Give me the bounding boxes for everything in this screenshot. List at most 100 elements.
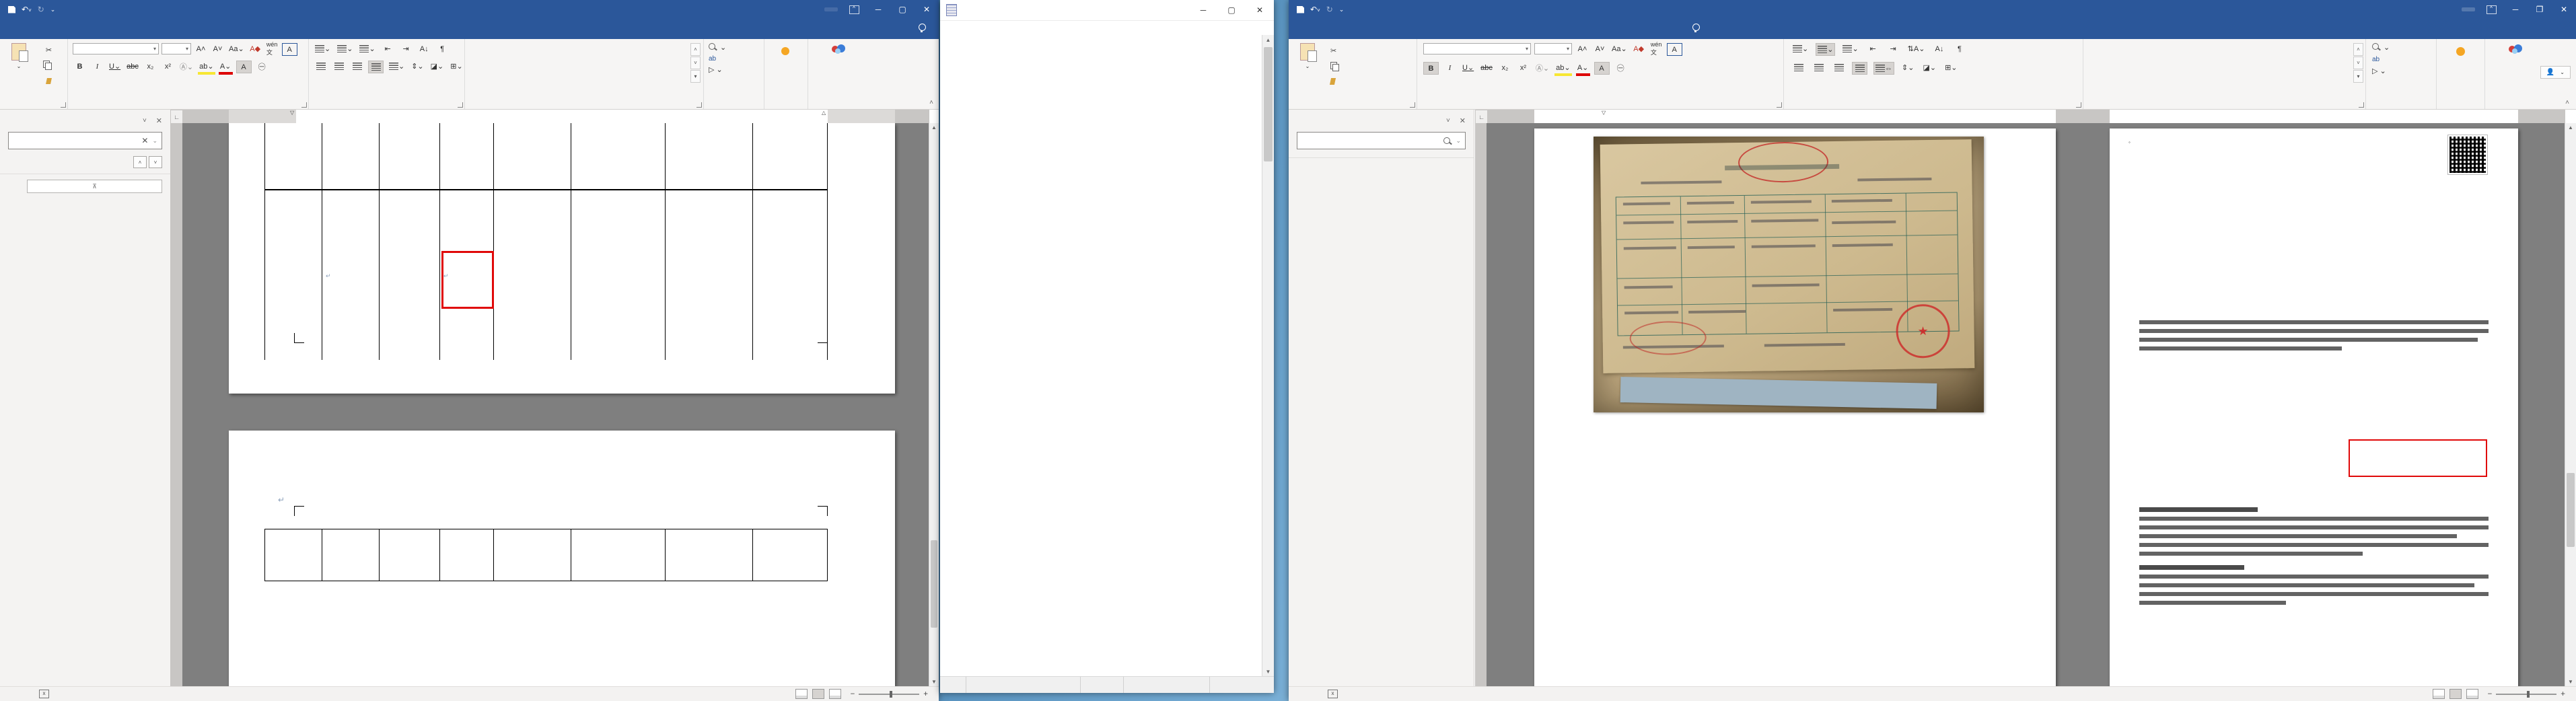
- char-border-icon[interactable]: A: [1666, 43, 1682, 56]
- notepad-title-bar[interactable]: ─ ▢ ✕: [940, 0, 1274, 21]
- nav-close-icon[interactable]: ✕: [156, 116, 162, 125]
- clear-format-icon[interactable]: A◆: [248, 43, 262, 54]
- italic-button[interactable]: I: [1443, 62, 1457, 73]
- char-shading-button[interactable]: A: [1594, 62, 1610, 75]
- font-color-button[interactable]: A⌄: [1575, 62, 1590, 76]
- bold-button[interactable]: B: [73, 61, 87, 72]
- paragraph-dialog-launcher[interactable]: [458, 102, 463, 108]
- enclose-char-button[interactable]: ㊀: [255, 61, 269, 72]
- redo-icon[interactable]: ↻: [38, 5, 44, 14]
- multilevel-list-icon[interactable]: ⌄: [358, 43, 376, 54]
- shrink-font-icon[interactable]: A˅: [1593, 43, 1607, 54]
- clear-format-icon[interactable]: A◆: [1632, 43, 1646, 54]
- doc-scrollbar[interactable]: ▲ ▼: [2565, 123, 2576, 686]
- np-close-button[interactable]: ✕: [1246, 0, 1274, 20]
- web-layout-icon[interactable]: [2466, 689, 2478, 699]
- shading-icon[interactable]: ◪⌄: [429, 61, 445, 72]
- enclose-char-button[interactable]: ㊀: [1614, 62, 1628, 73]
- superscript-button[interactable]: x²: [161, 61, 175, 72]
- replace-button[interactable]: ab: [709, 54, 726, 63]
- invoice-table-1[interactable]: ↵ ↵: [264, 123, 828, 360]
- nav-search-box[interactable]: ⌄: [1297, 132, 1466, 149]
- select-button[interactable]: ▷ ⌄: [709, 65, 726, 74]
- doc-page-1[interactable]: ↵ ↵: [229, 123, 895, 394]
- clipboard-dialog-launcher[interactable]: [1410, 102, 1415, 108]
- bullets-icon[interactable]: ⌄: [1791, 43, 1810, 54]
- italic-button[interactable]: I: [90, 61, 104, 72]
- shrink-font-icon[interactable]: A˅: [211, 43, 225, 54]
- justify-icon[interactable]: [368, 61, 384, 73]
- numbering-icon[interactable]: ⌄: [1816, 43, 1836, 56]
- indent-marker[interactable]: ▽: [290, 110, 294, 116]
- notepad-text-area[interactable]: [943, 35, 1262, 677]
- tell-me-search[interactable]: [1686, 19, 1710, 36]
- styles-dialog-launcher[interactable]: [696, 102, 702, 108]
- login-button[interactable]: [824, 7, 838, 11]
- right-indent-marker[interactable]: △: [822, 110, 826, 116]
- line-spacing-icon[interactable]: ⇕⌄: [410, 61, 425, 72]
- notepad-scrollbar[interactable]: ▲ ▼: [1262, 35, 1274, 677]
- document-canvas[interactable]: ★ ◦: [1487, 123, 2565, 686]
- highlight-color-button[interactable]: ab⌄: [198, 61, 215, 75]
- shading-icon[interactable]: ◪⌄: [1921, 62, 1937, 73]
- find-button[interactable]: ⌄: [709, 43, 726, 52]
- ribbon-display-options-button[interactable]: ^: [842, 0, 866, 19]
- invoice-table-2[interactable]: [264, 529, 828, 581]
- doc-page-contract[interactable]: ◦: [2110, 128, 2518, 686]
- align-center-icon[interactable]: [1812, 62, 1826, 73]
- underline-button[interactable]: U⌄: [108, 61, 122, 72]
- collapse-ribbon-icon[interactable]: ˄: [2565, 99, 2569, 106]
- restore-button[interactable]: ▢: [890, 0, 915, 19]
- align-left-icon[interactable]: [1791, 62, 1805, 73]
- char-border-icon[interactable]: A: [281, 43, 297, 56]
- print-layout-icon[interactable]: [812, 689, 824, 699]
- login-button[interactable]: [2462, 7, 2475, 11]
- np-maximize-button[interactable]: ▢: [1217, 0, 1246, 20]
- decrease-indent-icon[interactable]: ⇤: [1866, 43, 1880, 54]
- increase-indent-icon[interactable]: ⇥: [1886, 43, 1900, 54]
- font-dialog-launcher[interactable]: [1777, 102, 1782, 108]
- change-case-icon[interactable]: Aa⌄: [227, 43, 246, 54]
- qat-customize-icon[interactable]: ⌄: [1339, 6, 1345, 13]
- justify-icon[interactable]: [1852, 62, 1867, 75]
- tab-selector[interactable]: ∟: [170, 110, 183, 124]
- collapse-ribbon-icon[interactable]: ˄: [929, 99, 933, 106]
- increase-indent-icon[interactable]: ⇥: [399, 43, 413, 54]
- save-to-baidu-button[interactable]: [2498, 43, 2534, 55]
- undo-icon[interactable]: ↶˅: [1310, 5, 1320, 14]
- horizontal-ruler[interactable]: ▽: [1487, 110, 2565, 123]
- print-layout-icon[interactable]: [2449, 689, 2462, 699]
- read-mode-icon[interactable]: [795, 689, 808, 699]
- show-marks-icon[interactable]: ¶: [1952, 43, 1966, 54]
- redo-icon[interactable]: ↻: [1326, 5, 1333, 14]
- font-name-combo[interactable]: ▾: [1423, 43, 1531, 54]
- restore-button[interactable]: ❐: [2528, 0, 2552, 19]
- zoom-control[interactable]: − +: [851, 690, 932, 698]
- horizontal-ruler[interactable]: ▽ △: [182, 110, 929, 123]
- char-shading-button[interactable]: A: [236, 61, 252, 73]
- paste-button[interactable]: ⌄: [4, 42, 34, 70]
- minimize-button[interactable]: ─: [866, 0, 890, 19]
- minimize-button[interactable]: ─: [2503, 0, 2528, 19]
- font-name-combo[interactable]: ▾: [73, 43, 159, 54]
- distribute-icon[interactable]: ⌄: [388, 61, 406, 72]
- bold-button[interactable]: B: [1423, 62, 1439, 75]
- copy-icon[interactable]: [42, 60, 56, 71]
- cut-icon[interactable]: ✂: [42, 44, 56, 56]
- styles-scroll[interactable]: ˄ ˅ ▾: [2353, 43, 2363, 83]
- bullets-icon[interactable]: ⌄: [314, 43, 332, 54]
- undo-icon[interactable]: ↶˅: [22, 5, 32, 14]
- search-options-icon[interactable]: ⌄: [1456, 137, 1461, 145]
- close-button[interactable]: ✕: [2552, 0, 2576, 19]
- search-icon[interactable]: [1443, 137, 1451, 144]
- sort-icon[interactable]: A↓: [1932, 43, 1946, 54]
- np-scrollbar-thumb[interactable]: [1264, 47, 1273, 161]
- nav-dropdown-icon[interactable]: ˅: [1446, 117, 1450, 124]
- ribbon-display-options-button[interactable]: ^: [2479, 0, 2503, 19]
- tab-selector[interactable]: ∟: [1475, 110, 1488, 124]
- save-to-baidu-button[interactable]: [822, 43, 856, 55]
- paragraph-dialog-launcher[interactable]: [2076, 102, 2081, 108]
- font-size-combo[interactable]: ▾: [162, 43, 191, 54]
- pinyin-icon[interactable]: ⇅A⌄: [1906, 43, 1927, 54]
- text-effects-icon[interactable]: Ⓐ⌄: [1534, 62, 1550, 73]
